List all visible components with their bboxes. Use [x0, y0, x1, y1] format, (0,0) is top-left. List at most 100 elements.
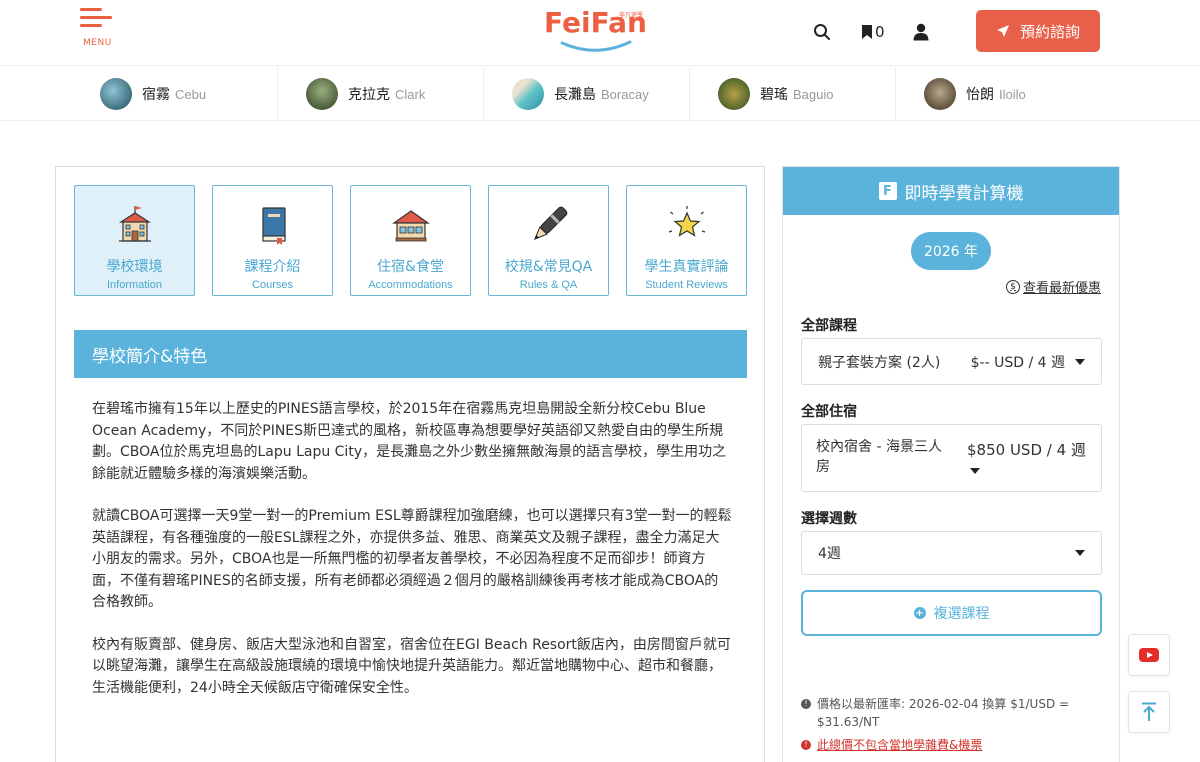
- multi-course-label: 複選課程: [933, 606, 990, 622]
- info-tabs: 學校環境 Information 課程介紹 Courses 住宿&食堂 Acco…: [74, 185, 764, 296]
- tab-courses[interactable]: 課程介紹 Courses: [212, 185, 333, 296]
- menu-label: MENU: [83, 38, 112, 48]
- room-label: 全部住宿: [801, 404, 857, 420]
- excluded-fees-link[interactable]: ! 此總價不包含當地學雜費&機票: [801, 736, 1101, 754]
- tuition-calculator: F 即時學費計算機 2026 年 $ 查看最新優惠 全部課程 親子套裝方案 (2…: [782, 166, 1120, 762]
- promo-label: 查看最新優惠: [1022, 281, 1101, 296]
- menu-bar-icon: [80, 16, 112, 19]
- youtube-icon: [1139, 648, 1159, 662]
- dest-iloilo[interactable]: 怡朗 Iloilo: [896, 67, 1200, 121]
- room-value: 校內宿舍 - 海景三人房: [816, 439, 942, 475]
- dest-boracay[interactable]: 長灘島 Boracay: [484, 67, 690, 121]
- content-paragraph: 校內有販賣部、健身房、飯店大型泳池和自習室，宿舍位在EGI Beach Reso…: [92, 636, 731, 696]
- exchange-rate-note: ! 價格以最新匯率: 2026-02-04 換算 $1/USD = $31.63…: [801, 695, 1101, 731]
- promo-link[interactable]: $ 查看最新優惠: [1005, 277, 1101, 296]
- dest-name: 長灘島: [554, 87, 596, 103]
- menu-bar-icon: [80, 8, 102, 11]
- dest-name: 克拉克: [348, 87, 390, 103]
- course-price: $-- USD / 4 週: [970, 354, 1065, 371]
- dollar-icon: $: [1005, 279, 1020, 294]
- dest-clark[interactable]: 克拉克 Clark: [278, 67, 484, 121]
- consult-button[interactable]: 預約諮詢: [976, 10, 1100, 52]
- course-label: 全部課程: [801, 318, 857, 334]
- back-to-top-button[interactable]: [1128, 691, 1170, 733]
- logo-small-text: 非凡遊學: [619, 12, 644, 19]
- tab-label-en: Courses: [252, 279, 293, 291]
- tab-information[interactable]: 學校環境 Information: [74, 185, 195, 296]
- dest-baguio[interactable]: 碧瑤 Baguio: [690, 67, 896, 121]
- content-paragraph: 就讀CBOA可選擇一天9堂一對一的Premium ESL尊爵課程加強磨練，也可以…: [92, 508, 732, 610]
- weeks-value: 4週: [818, 546, 841, 562]
- dest-name-en: Clark: [395, 86, 426, 102]
- course-select[interactable]: 親子套裝方案 (2人) $-- USD / 4 週: [801, 338, 1102, 385]
- tab-label: 住宿&食堂: [377, 259, 444, 275]
- multi-course-button[interactable]: + 複選課程: [801, 590, 1102, 636]
- dest-thumbnail: [718, 78, 750, 110]
- destination-nav: 宿霧 Cebu 克拉克 Clark 長灘島 Boracay 碧瑤 Baguio …: [0, 67, 1200, 121]
- dest-thumbnail: [100, 78, 132, 110]
- pen-icon: [489, 198, 608, 252]
- menu-bar-icon: [80, 24, 102, 27]
- dest-name-en: Baguio: [793, 86, 834, 102]
- tab-label: 課程介紹: [244, 259, 301, 275]
- dest-name-en: Cebu: [175, 86, 207, 102]
- tab-label-en: Accommodations: [368, 279, 453, 291]
- weeks-select[interactable]: 4週: [801, 531, 1102, 575]
- plus-icon: +: [913, 607, 926, 619]
- caret-down-icon: [1075, 358, 1085, 365]
- dest-name-en: Iloilo: [999, 86, 1026, 102]
- content-paragraph: 在碧瑤市擁有15年以上歷史的PINES語言學校，於2015年在宿霧馬克坦島開設全…: [92, 401, 727, 482]
- weeks-label: 選擇週數: [801, 511, 857, 527]
- consult-label: 預約諮詢: [1019, 22, 1080, 41]
- house-icon: [351, 198, 470, 252]
- tab-label: 學校環境: [106, 259, 163, 275]
- arrow-up-icon: [1142, 702, 1156, 721]
- dest-name: 宿霧: [142, 87, 170, 103]
- bookmark-icon: [862, 25, 872, 39]
- caret-down-icon: [1075, 550, 1085, 556]
- dest-thumbnail: [924, 78, 956, 110]
- room-price: $850 USD / 4 週: [967, 441, 1086, 459]
- bookmark-count: 0: [875, 23, 885, 41]
- excluded-fees-text: 此總價不包含當地學雜費&機票: [817, 738, 983, 752]
- year-selector[interactable]: 2026 年: [911, 232, 991, 270]
- site-logo[interactable]: FeiFan 非凡遊學: [544, 6, 647, 56]
- dest-thumbnail: [512, 78, 544, 110]
- dest-name-en: Boracay: [601, 86, 649, 102]
- section-title: 學校簡介&特色: [74, 330, 747, 378]
- search-icon[interactable]: [813, 20, 831, 44]
- dest-thumbnail: [306, 78, 338, 110]
- exchange-rate-text: 價格以最新匯率: 2026-02-04 換算 $1/USD = $31.63/N…: [817, 697, 1070, 729]
- tab-label-en: Student Reviews: [645, 279, 728, 291]
- school-building-icon: [75, 198, 194, 252]
- user-icon[interactable]: [913, 20, 929, 44]
- dest-name: 怡朗: [966, 87, 994, 103]
- calculator-title: 即時學費計算機: [904, 183, 1024, 204]
- tab-label-en: Rules & QA: [519, 279, 578, 291]
- star-icon: [627, 198, 746, 252]
- bookmark-button[interactable]: 0: [861, 20, 885, 44]
- school-info-panel: 學校環境 Information 課程介紹 Courses 住宿&食堂 Acco…: [55, 166, 765, 762]
- room-select[interactable]: 校內宿舍 - 海景三人房 $850 USD / 4 週: [801, 424, 1102, 492]
- site-header: MENU FeiFan 非凡遊學 0 預約諮詢: [0, 0, 1200, 66]
- logo-swoosh-icon: [560, 40, 632, 52]
- feifan-badge-icon: F: [878, 182, 897, 200]
- tab-accommodations[interactable]: 住宿&食堂 Accommodations: [350, 185, 471, 296]
- menu-button[interactable]: MENU: [80, 8, 114, 50]
- dest-cebu[interactable]: 宿霧 Cebu: [0, 67, 278, 121]
- section-content: 在碧瑤市擁有15年以上歷史的PINES語言學校，於2015年在宿霧馬克坦島開設全…: [92, 399, 732, 720]
- youtube-button[interactable]: [1128, 634, 1170, 676]
- alert-icon: !: [801, 740, 811, 750]
- tab-rules-qa[interactable]: 校規&常見QA Rules & QA: [488, 185, 609, 296]
- info-icon: !: [801, 699, 811, 709]
- dest-name: 碧瑤: [760, 87, 788, 103]
- tab-student-reviews[interactable]: 學生真實評論 Student Reviews: [626, 185, 747, 296]
- tab-label: 學生真實評論: [644, 259, 729, 275]
- caret-down-icon: [970, 468, 980, 474]
- send-icon: [996, 25, 1009, 37]
- calculator-header: F 即時學費計算機: [783, 167, 1119, 215]
- tab-label: 校規&常見QA: [504, 259, 593, 275]
- tab-label-en: Information: [106, 279, 163, 291]
- course-value: 親子套裝方案 (2人): [818, 354, 941, 371]
- book-icon: [213, 198, 332, 252]
